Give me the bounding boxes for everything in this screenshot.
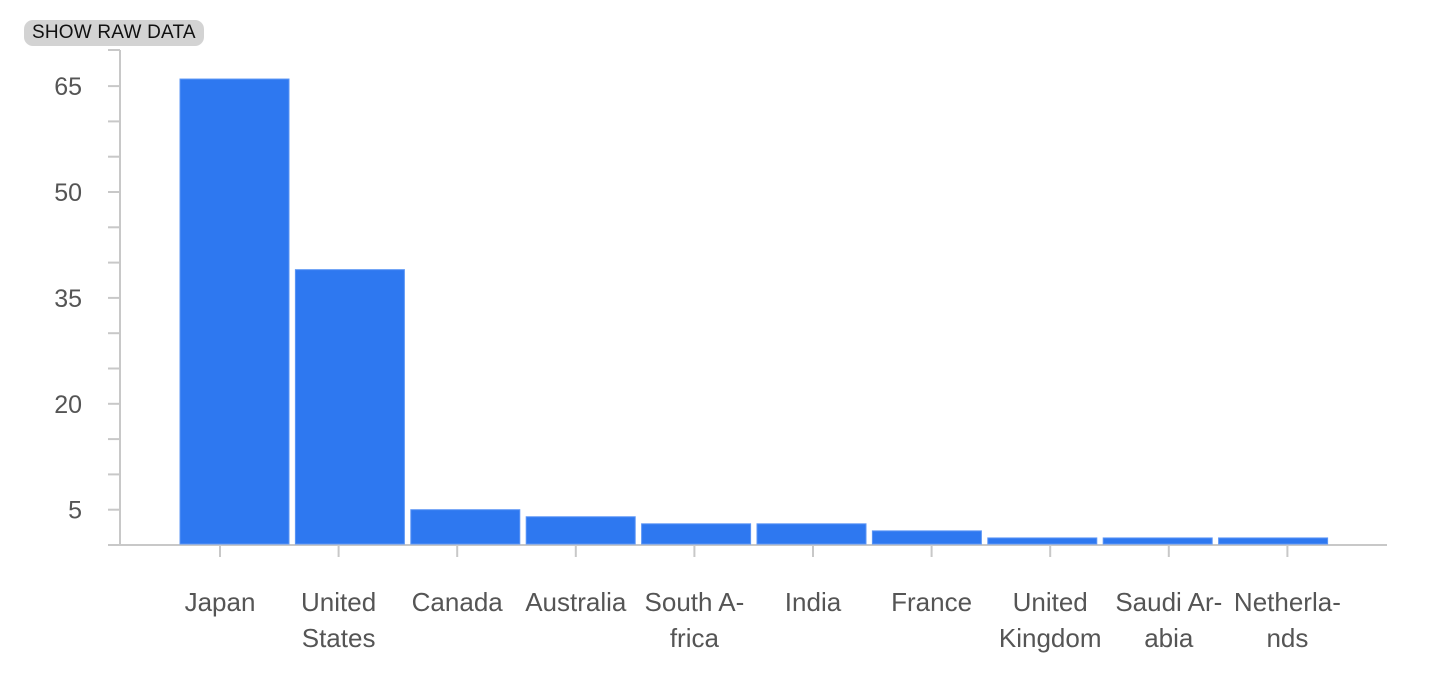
x-tick-label: France (891, 587, 972, 617)
x-tick-label: United (301, 587, 376, 617)
x-tick-label: States (302, 623, 376, 653)
x-tick-label: India (785, 587, 842, 617)
y-tick-label: 5 (68, 497, 82, 525)
x-tick-label: United (1013, 587, 1088, 617)
y-tick-label: 20 (54, 391, 82, 419)
x-tick-label: abia (1144, 623, 1194, 653)
bar-australia (525, 516, 636, 545)
x-tick-label: Canada (412, 587, 504, 617)
category-labels: Japan United States Canada Australia South A-… (185, 587, 1341, 653)
x-tick-label: Netherla- (1234, 587, 1341, 617)
bar-chart: 5 20 35 50 65 Japan United States Canada Austral… (54, 49, 1387, 653)
bar-saudi-arabia (1102, 537, 1213, 545)
bar-canada (410, 509, 521, 545)
x-tick-label: South A- (645, 587, 745, 617)
x-tick-label: nds (1266, 623, 1308, 653)
bar-france (871, 530, 982, 545)
x-tick-label: frica (670, 623, 720, 653)
x-tick-label: Saudi Ar- (1115, 587, 1222, 617)
y-tick-label: 65 (54, 73, 82, 101)
x-tick-label: Japan (185, 587, 256, 617)
bar-netherlands (1218, 537, 1329, 545)
bar-south-africa (641, 523, 752, 545)
y-tick-label: 50 (54, 179, 82, 207)
bars (179, 78, 1329, 545)
x-tick-label: Kingdom (999, 623, 1102, 653)
bar-japan (179, 78, 290, 545)
x-axis (108, 544, 1387, 557)
bar-united-states (294, 269, 405, 545)
bar-united-kingdom (987, 537, 1098, 545)
y-tick-label: 35 (54, 285, 82, 313)
y-axis: 5 20 35 50 65 (54, 49, 121, 545)
x-tick-label: Australia (525, 587, 627, 617)
bar-india (756, 523, 867, 545)
